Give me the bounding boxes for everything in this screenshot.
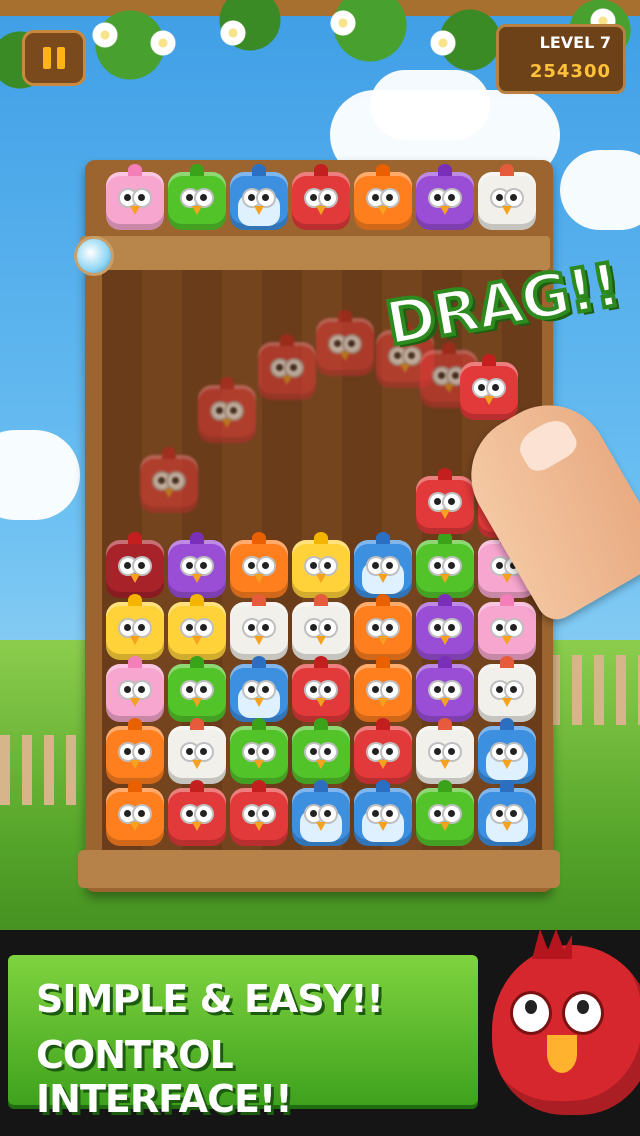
cloud <box>0 430 80 520</box>
preview-shelf <box>80 236 550 270</box>
bird-tile-orange[interactable] <box>230 532 288 598</box>
bird-tile-orange[interactable] <box>354 594 412 660</box>
bird-tile-white[interactable] <box>478 656 536 722</box>
flower-icon <box>430 30 456 56</box>
mascot-eye <box>562 991 604 1035</box>
mascot-bird-icon <box>492 929 640 1115</box>
bird-tile-green[interactable] <box>416 780 474 846</box>
flower-icon <box>150 30 176 56</box>
bird-tile-white[interactable] <box>168 718 226 784</box>
bird-tile-red[interactable] <box>168 780 226 846</box>
timer-meter-icon <box>74 236 114 276</box>
fence <box>0 735 90 805</box>
cloud <box>560 150 640 230</box>
bird-tile-blue[interactable] <box>354 532 412 598</box>
bird-tile-white[interactable] <box>230 594 288 660</box>
banner-line-1: SIMPLE & EASY!! <box>36 977 384 1021</box>
pause-icon <box>43 47 51 69</box>
bird-tile-red-dark[interactable] <box>106 532 164 598</box>
fence <box>550 655 640 725</box>
bird-tile-orange[interactable] <box>354 656 412 722</box>
flower-icon <box>92 22 118 48</box>
bird-tile-white[interactable] <box>292 594 350 660</box>
bird-tile-purple[interactable] <box>416 594 474 660</box>
bird-tile-blue[interactable] <box>478 780 536 846</box>
bird-tile-blue[interactable] <box>478 718 536 784</box>
bird-tile-blue[interactable] <box>230 656 288 722</box>
bird-tile-blue[interactable] <box>354 780 412 846</box>
bird-tile-orange[interactable] <box>354 164 412 230</box>
mascot-eye <box>510 991 552 1035</box>
bird-tile-red[interactable] <box>198 377 256 443</box>
bird-tile-green[interactable] <box>168 656 226 722</box>
bird-tile-yellow[interactable] <box>292 532 350 598</box>
bird-tile-pink[interactable] <box>478 594 536 660</box>
bird-tile-pink[interactable] <box>106 164 164 230</box>
bird-tile-orange[interactable] <box>106 718 164 784</box>
pause-icon <box>57 47 65 69</box>
flower-icon <box>330 10 356 36</box>
bird-tile-white[interactable] <box>416 718 474 784</box>
banner-line-2: CONTROL INTERFACE!! <box>36 1033 293 1121</box>
bird-tile-green[interactable] <box>416 532 474 598</box>
bird-tile-red[interactable] <box>354 718 412 784</box>
bird-tile-green[interactable] <box>292 718 350 784</box>
bird-tile-yellow[interactable] <box>106 594 164 660</box>
bird-tile-orange[interactable] <box>106 780 164 846</box>
mascot-beak <box>547 1035 577 1073</box>
bird-tile-purple[interactable] <box>416 656 474 722</box>
bird-tile-red[interactable] <box>460 354 518 420</box>
bird-tile-green[interactable] <box>230 718 288 784</box>
bird-tile-red[interactable] <box>230 780 288 846</box>
bird-tile-red[interactable] <box>416 468 474 534</box>
bird-tile-red[interactable] <box>258 334 316 400</box>
bird-tile-blue[interactable] <box>292 780 350 846</box>
promo-banner: SIMPLE & EASY!! CONTROL INTERFACE!! <box>8 955 478 1121</box>
level-score-panel: LEVEL 7 254300 <box>496 24 626 94</box>
bird-tile-blue[interactable] <box>230 164 288 230</box>
flower-icon <box>220 20 246 46</box>
bird-tile-green[interactable] <box>168 164 226 230</box>
pause-button[interactable] <box>22 30 86 86</box>
bird-tile-purple[interactable] <box>168 532 226 598</box>
board-bottom-edge <box>78 850 560 888</box>
bird-tile-white[interactable] <box>478 164 536 230</box>
bird-tile-purple[interactable] <box>416 164 474 230</box>
score-value: 254300 <box>529 61 611 82</box>
bird-tile-red[interactable] <box>292 656 350 722</box>
bird-tile-red[interactable] <box>292 164 350 230</box>
bird-tile-red[interactable] <box>316 310 374 376</box>
bird-tile-red[interactable] <box>140 447 198 513</box>
bird-tile-pink[interactable] <box>106 656 164 722</box>
bird-tile-yellow[interactable] <box>168 594 226 660</box>
level-label: LEVEL 7 <box>539 33 611 52</box>
